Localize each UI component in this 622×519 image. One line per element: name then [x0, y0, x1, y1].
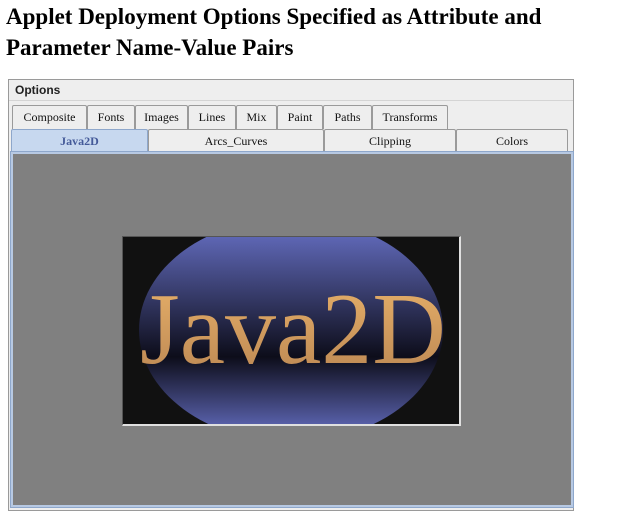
tab-lines[interactable]: Lines: [188, 105, 236, 129]
tab-transforms[interactable]: Transforms: [372, 105, 448, 129]
tab-fonts[interactable]: Fonts: [87, 105, 135, 129]
options-panel-title: Options: [9, 80, 573, 101]
tab-paint[interactable]: Paint: [277, 105, 323, 129]
java2d-demo-graphic: Java2D: [139, 237, 446, 424]
tab-clipping[interactable]: Clipping: [324, 129, 456, 153]
tab-java2d[interactable]: Java2D: [11, 129, 148, 153]
tab-mix[interactable]: Mix: [236, 105, 277, 129]
page-title: Applet Deployment Options Specified as A…: [6, 4, 542, 60]
java2d-logo-text: Java2D: [140, 273, 446, 386]
tab-colors[interactable]: Colors: [456, 129, 568, 153]
tab-paths[interactable]: Paths: [323, 105, 372, 129]
java2d-demo-canvas: Java2D: [122, 236, 461, 426]
tab-composite[interactable]: Composite: [12, 105, 87, 129]
tab-images[interactable]: Images: [135, 105, 188, 129]
tab-arcs-curves[interactable]: Arcs_Curves: [148, 129, 324, 153]
